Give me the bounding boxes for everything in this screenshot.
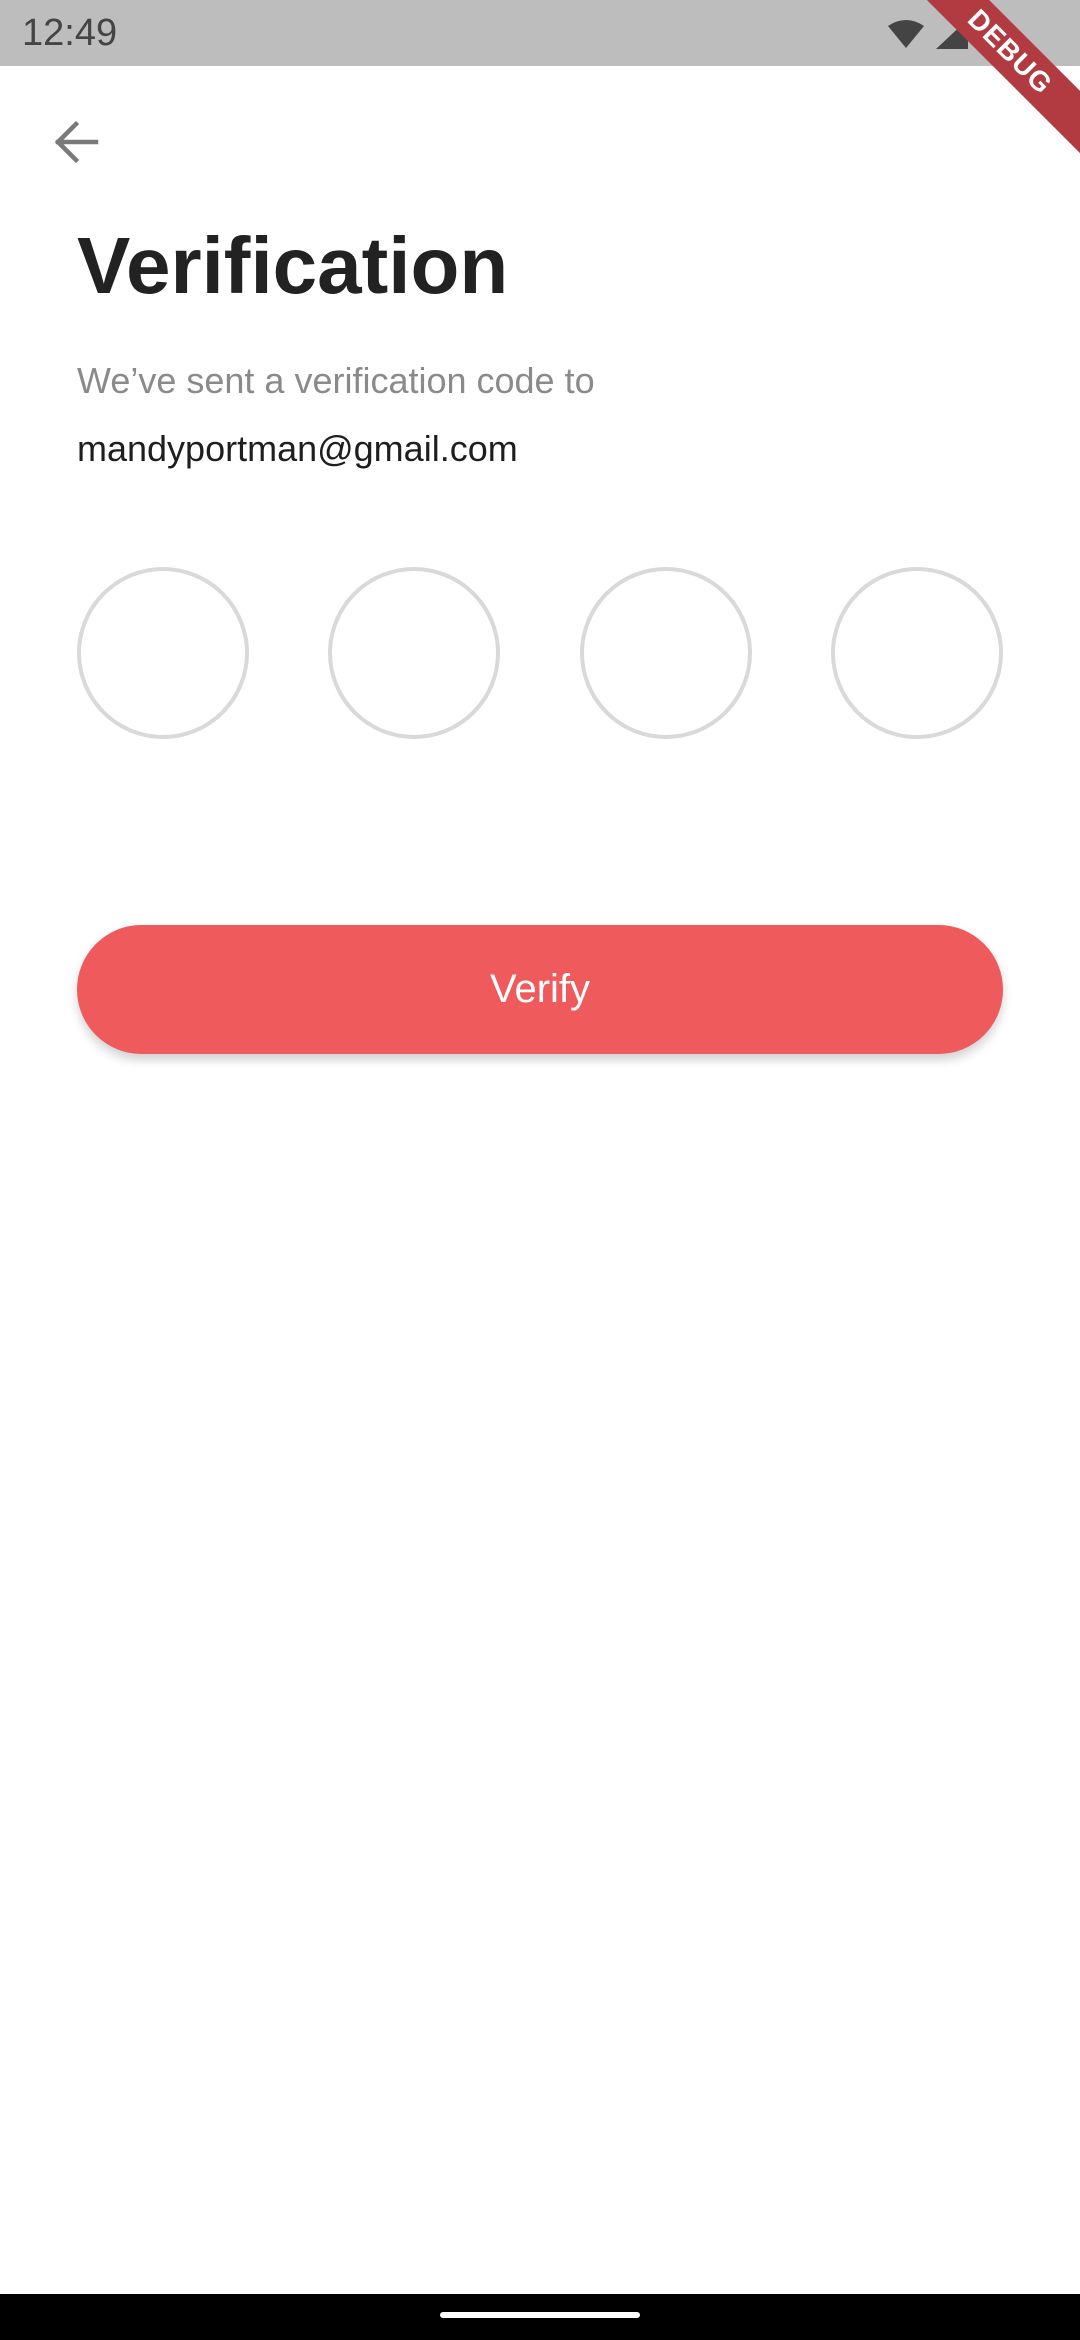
verification-subtitle: We’ve sent a verification code to bbox=[77, 360, 595, 401]
otp-digit-2[interactable] bbox=[328, 567, 501, 739]
back-button[interactable] bbox=[40, 108, 112, 180]
otp-digit-3[interactable] bbox=[579, 567, 752, 739]
email-address: mandyportman@gmail.com bbox=[77, 428, 518, 469]
page-title: Verification bbox=[77, 221, 509, 310]
home-indicator[interactable] bbox=[440, 2312, 640, 2318]
verify-button[interactable]: Verify bbox=[77, 925, 1003, 1054]
verification-screen: 12:49 DEBUG Verification We’ve sent a ve… bbox=[0, 0, 1080, 2340]
otp-digit-4[interactable] bbox=[830, 567, 1003, 739]
otp-input-row bbox=[77, 567, 1003, 739]
wifi-icon bbox=[886, 18, 926, 50]
otp-digit-1[interactable] bbox=[77, 567, 249, 739]
arrow-left-icon bbox=[52, 120, 100, 169]
navigation-bar bbox=[0, 2294, 1080, 2340]
status-bar: 12:49 bbox=[0, 0, 1080, 66]
status-time: 12:49 bbox=[22, 12, 118, 54]
